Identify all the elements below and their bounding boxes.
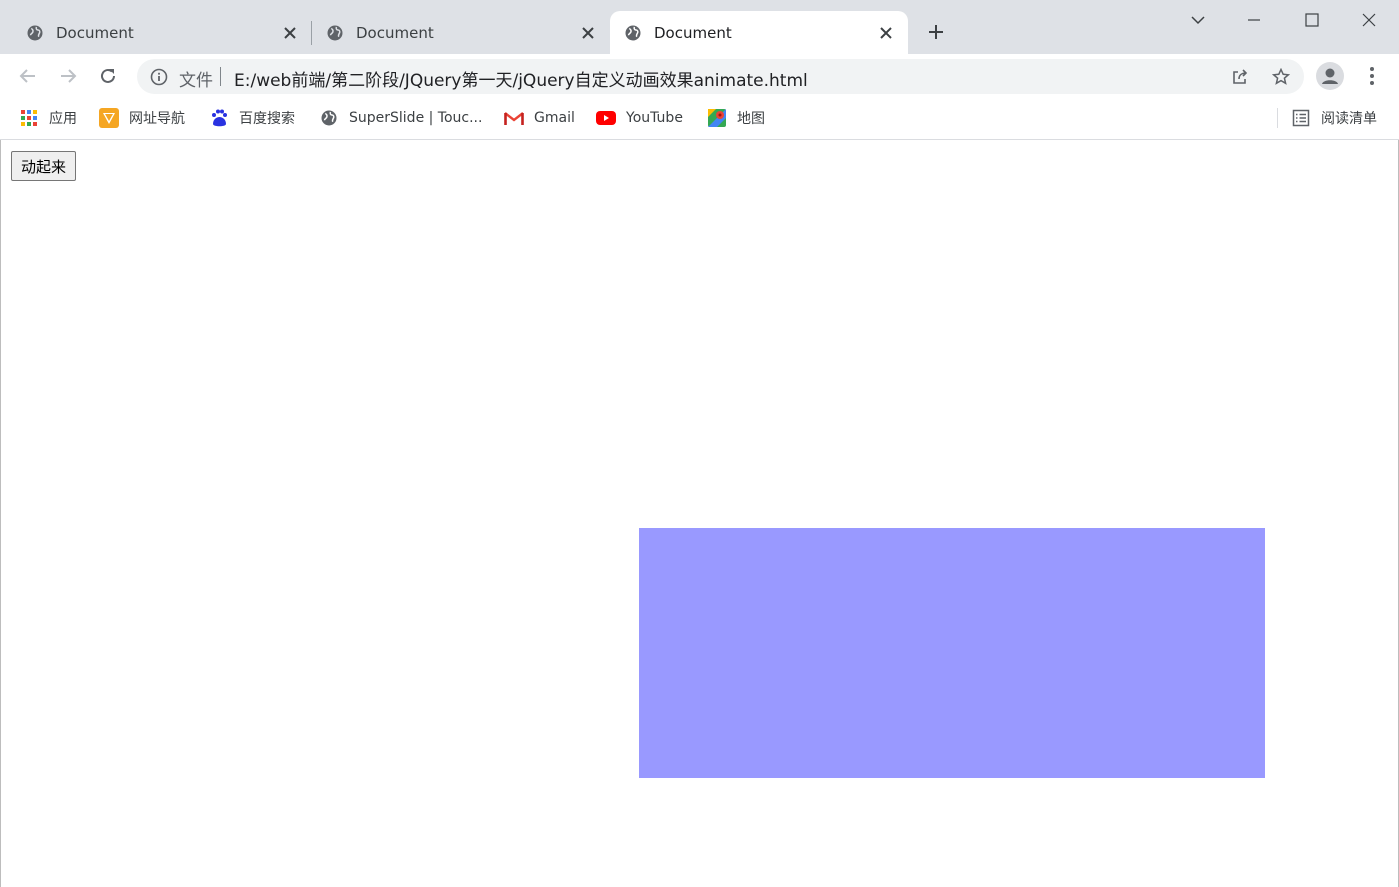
back-button[interactable] [16,64,40,88]
close-icon[interactable] [580,25,596,41]
close-icon[interactable] [878,25,894,41]
baidu-paw-icon [209,108,229,128]
reload-icon [101,68,115,83]
reload-button[interactable] [96,64,120,88]
info-icon[interactable] [150,68,168,86]
globe-icon [319,108,339,128]
page-content: 动起来 [0,140,1399,887]
bookmark-label: 应用 [49,111,77,127]
new-tab-button[interactable] [924,20,948,44]
browser-toolbar: 文件 E:/web前端/第二阶段/JQuery第一天/jQuery自定义动画效果… [0,54,1399,99]
bookmark-label: Gmail [534,110,575,126]
profile-avatar[interactable] [1316,62,1344,90]
tab-strip: Document Document Document [0,0,1399,54]
globe-icon [327,25,343,40]
reading-list-label: 阅读清单 [1321,111,1377,127]
share-icon[interactable] [1230,67,1250,87]
bookmark-superslide[interactable]: SuperSlide | Touc... [319,107,482,129]
close-icon [1362,13,1376,27]
url-text[interactable]: E:/web前端/第二阶段/JQuery第一天/jQuery自定义动画效果ani… [234,66,808,91]
bookmark-label: 百度搜索 [239,111,295,127]
nav-arrow-icon [99,108,119,128]
address-bar[interactable]: 文件 E:/web前端/第二阶段/JQuery第一天/jQuery自定义动画效果… [137,59,1304,94]
tab-title: Document [56,23,134,42]
arrow-left-icon [19,69,35,83]
forward-button[interactable] [56,64,80,88]
browser-menu-button[interactable] [1360,64,1384,88]
bookmark-nav[interactable]: 网址导航 [99,107,185,129]
bookmark-apps[interactable]: 应用 [19,107,77,129]
tab-title: Document [356,23,434,42]
maximize-button[interactable] [1298,6,1326,34]
globe-icon [27,25,43,40]
minimize-icon [1248,19,1260,21]
animate-button[interactable]: 动起来 [11,151,77,181]
bookmarks-bar: 应用 网址导航 百度搜索 SuperSlide | Touc... Gmail … [0,99,1399,140]
globe-icon [625,25,641,40]
tab-title: Document [654,23,732,42]
animated-box [639,528,1265,778]
reading-list-icon [1291,108,1311,128]
bookmark-label: SuperSlide | Touc... [349,110,483,126]
gmail-icon [504,108,524,128]
maximize-icon [1305,13,1319,27]
bookmarks-separator [1277,108,1278,128]
bookmark-youtube[interactable]: YouTube [596,107,683,129]
url-scheme-label: 文件 [179,71,213,91]
tab-document-active[interactable]: Document [610,11,908,54]
arrow-right-icon [61,69,77,83]
person-icon [1322,68,1338,84]
bookmark-label: YouTube [626,110,683,126]
bookmark-gmail[interactable]: Gmail [504,107,575,129]
bookmark-label: 网址导航 [129,111,185,127]
maps-pin-icon [707,108,727,128]
url-divider [220,67,221,86]
bookmark-star-icon[interactable] [1271,67,1291,87]
chevron-down-icon [1191,16,1205,25]
apps-grid-icon [19,108,39,128]
plus-icon [929,25,943,39]
minimize-button[interactable] [1240,6,1268,34]
reading-list-button[interactable]: 阅读清单 [1291,107,1377,129]
tab-search-button[interactable] [1184,6,1212,34]
tab-document-2[interactable]: Document [312,11,610,54]
youtube-icon [596,108,616,128]
close-window-button[interactable] [1355,6,1383,34]
tab-document-1[interactable]: Document [0,11,312,54]
bookmark-maps[interactable]: 地图 [707,107,765,129]
more-vert-icon [1370,67,1374,85]
close-icon[interactable] [282,25,298,41]
bookmark-baidu[interactable]: 百度搜索 [209,107,295,129]
bookmark-label: 地图 [737,111,765,127]
